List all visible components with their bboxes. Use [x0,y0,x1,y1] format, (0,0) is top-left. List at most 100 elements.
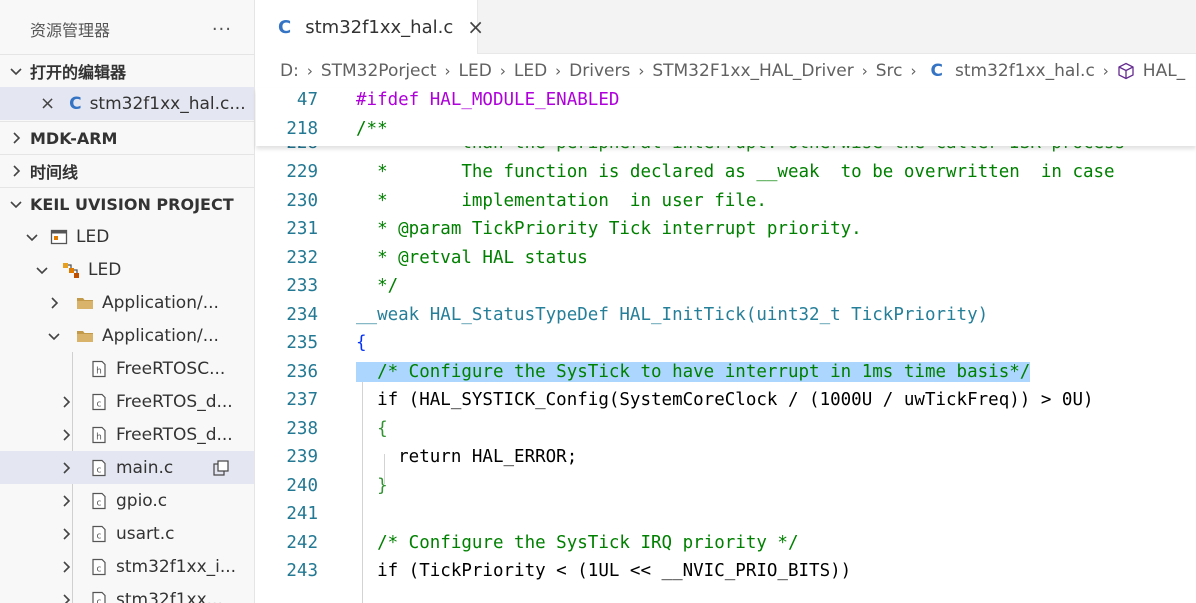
chevron-right-icon [58,526,74,542]
svg-text:h: h [96,432,102,442]
line-number: 239 [286,447,318,467]
tree-file-item[interactable]: h FreeRTOSC... [0,352,254,385]
tree-file-item[interactable]: c stm32f1xx... [0,583,254,603]
line-number: 243 [286,561,318,581]
chevron-right-icon: › [306,62,313,80]
open-file-icon[interactable] [212,459,230,477]
svg-text:c: c [97,465,102,475]
code-line: * implementation in user file. [356,191,767,211]
tree-label: FreeRTOS_d... [116,424,233,445]
chevron-down-icon [46,328,62,344]
code-line: */ [356,276,399,296]
chevron-down-icon [8,196,24,212]
tree-file-item[interactable]: c stm32f1xx_i... [0,550,254,583]
tree-label: gpio.c [116,490,168,511]
chevron-right-icon [58,427,74,443]
editor-tab[interactable]: C stm32f1xx_hal.c × [256,0,484,54]
window-icon [50,228,68,246]
target-icon [62,261,80,279]
tree-label: FreeRTOS_d... [116,391,233,412]
tree-file-item-main[interactable]: c main.c [0,451,254,484]
chevron-right-icon [58,592,74,603]
tree-file-item[interactable]: c gpio.c [0,484,254,517]
breadcrumb-item[interactable]: LED [459,61,492,81]
close-icon[interactable]: × [40,93,55,114]
chevron-down-icon [8,63,24,79]
section-keil-project[interactable]: KEIL UVISION PROJECT [0,187,254,220]
section-label: 打开的编辑器 [30,63,127,82]
breadcrumb-item[interactable]: D: [280,61,299,81]
breadcrumb-item[interactable]: STM32F1xx_HAL_Driver [652,61,853,81]
tree-label: FreeRTOSC... [116,358,226,379]
code-line: /* Configure the SysTick IRQ priority */ [356,533,799,553]
tree-item-target[interactable]: LED [0,253,254,286]
chevron-right-icon [58,460,74,476]
tree-label: stm32f1xx_i... [116,556,237,577]
code-line-highlighted: /* Configure the SysTick to have interru… [356,362,1031,382]
selection-highlight: /* Configure the SysTick to have interru… [356,362,1031,382]
breadcrumb-item[interactable]: Src [876,61,903,81]
section-mdk-arm[interactable]: MDK-ARM [0,121,254,154]
chevron-right-icon: › [638,62,645,80]
chevron-right-icon [46,295,62,311]
svg-text:h: h [96,366,102,376]
c-file-icon: c [90,525,108,543]
line-number: 240 [286,476,318,496]
tree-file-item[interactable]: c FreeRTOS_d... [0,385,254,418]
breadcrumb-item[interactable]: STM32Porject [321,61,437,81]
chevron-right-icon [58,493,74,509]
line-number: 236 [286,362,318,382]
tree-file-item[interactable]: h FreeRTOS_d... [0,418,254,451]
breadcrumb-item[interactable]: stm32f1xx_hal.c [955,61,1095,81]
section-timeline[interactable]: 时间线 [0,154,254,187]
svg-text:c: c [97,564,102,574]
svg-text:c: c [97,597,102,603]
explorer-title: 资源管理器 [30,21,111,40]
svg-text:c: c [97,399,102,409]
line-number: 237 [286,390,318,410]
code-line: * @retval HAL status [356,248,588,268]
explorer-header: 资源管理器 ··· [0,0,254,58]
c-file-icon: c [90,558,108,576]
line-number: 218 [286,119,318,139]
tree-item-group[interactable]: Application/... [0,319,254,352]
code-line: * @param TickPriority Tick interrupt pri… [356,219,862,239]
tree-file-item[interactable]: c usart.c [0,517,254,550]
c-file-icon: c [90,492,108,510]
breadcrumb-item[interactable]: Drivers [569,61,630,81]
code-line: #ifdef HAL_MODULE_ENABLED [356,90,620,110]
open-editor-item[interactable]: × C stm32f1xx_hal.c... [0,87,254,120]
code-line: return HAL_ERROR; [356,447,578,467]
chevron-right-icon [58,559,74,575]
line-number: 241 [286,504,318,524]
close-icon[interactable]: × [467,15,484,39]
tree-item-project[interactable]: LED [0,220,254,253]
more-actions-icon[interactable]: ··· [212,19,232,40]
tab-label: stm32f1xx_hal.c [305,16,454,38]
section-label: MDK-ARM [30,128,118,148]
line-number: 230 [286,191,318,211]
tree-item-group[interactable]: Application/... [0,286,254,319]
svg-text:c: c [97,498,102,508]
chevron-right-icon [8,163,24,179]
code-line: __weak HAL_StatusTypeDef HAL_InitTick(ui… [356,305,989,325]
svg-text:c: c [97,531,102,541]
breadcrumb-item[interactable]: HAL_ [1143,61,1185,81]
section-label: 时间线 [30,163,79,182]
breadcrumb-item[interactable]: LED [514,61,547,81]
code-editor[interactable]: 47 #ifdef HAL_MODULE_ENABLED 218 /** 228… [256,88,1196,603]
chevron-right-icon [8,130,24,146]
section-open-editors[interactable]: 打开的编辑器 [0,54,254,87]
folder-icon [76,294,94,312]
chevron-right-icon: › [1102,62,1109,80]
c-file-icon: c [90,459,108,477]
explorer-sidebar: 资源管理器 ··· 打开的编辑器 × C stm32f1xx_hal.c... … [0,0,255,603]
tab-bar: C stm32f1xx_hal.c × [256,0,1196,54]
line-number: 232 [286,248,318,268]
line-number: 242 [286,533,318,553]
c-file-icon: c [90,591,108,603]
tree-label: main.c [116,457,174,478]
code-line: } [356,476,388,496]
function-cube-icon [1117,62,1135,80]
c-file-icon: C [278,16,292,38]
